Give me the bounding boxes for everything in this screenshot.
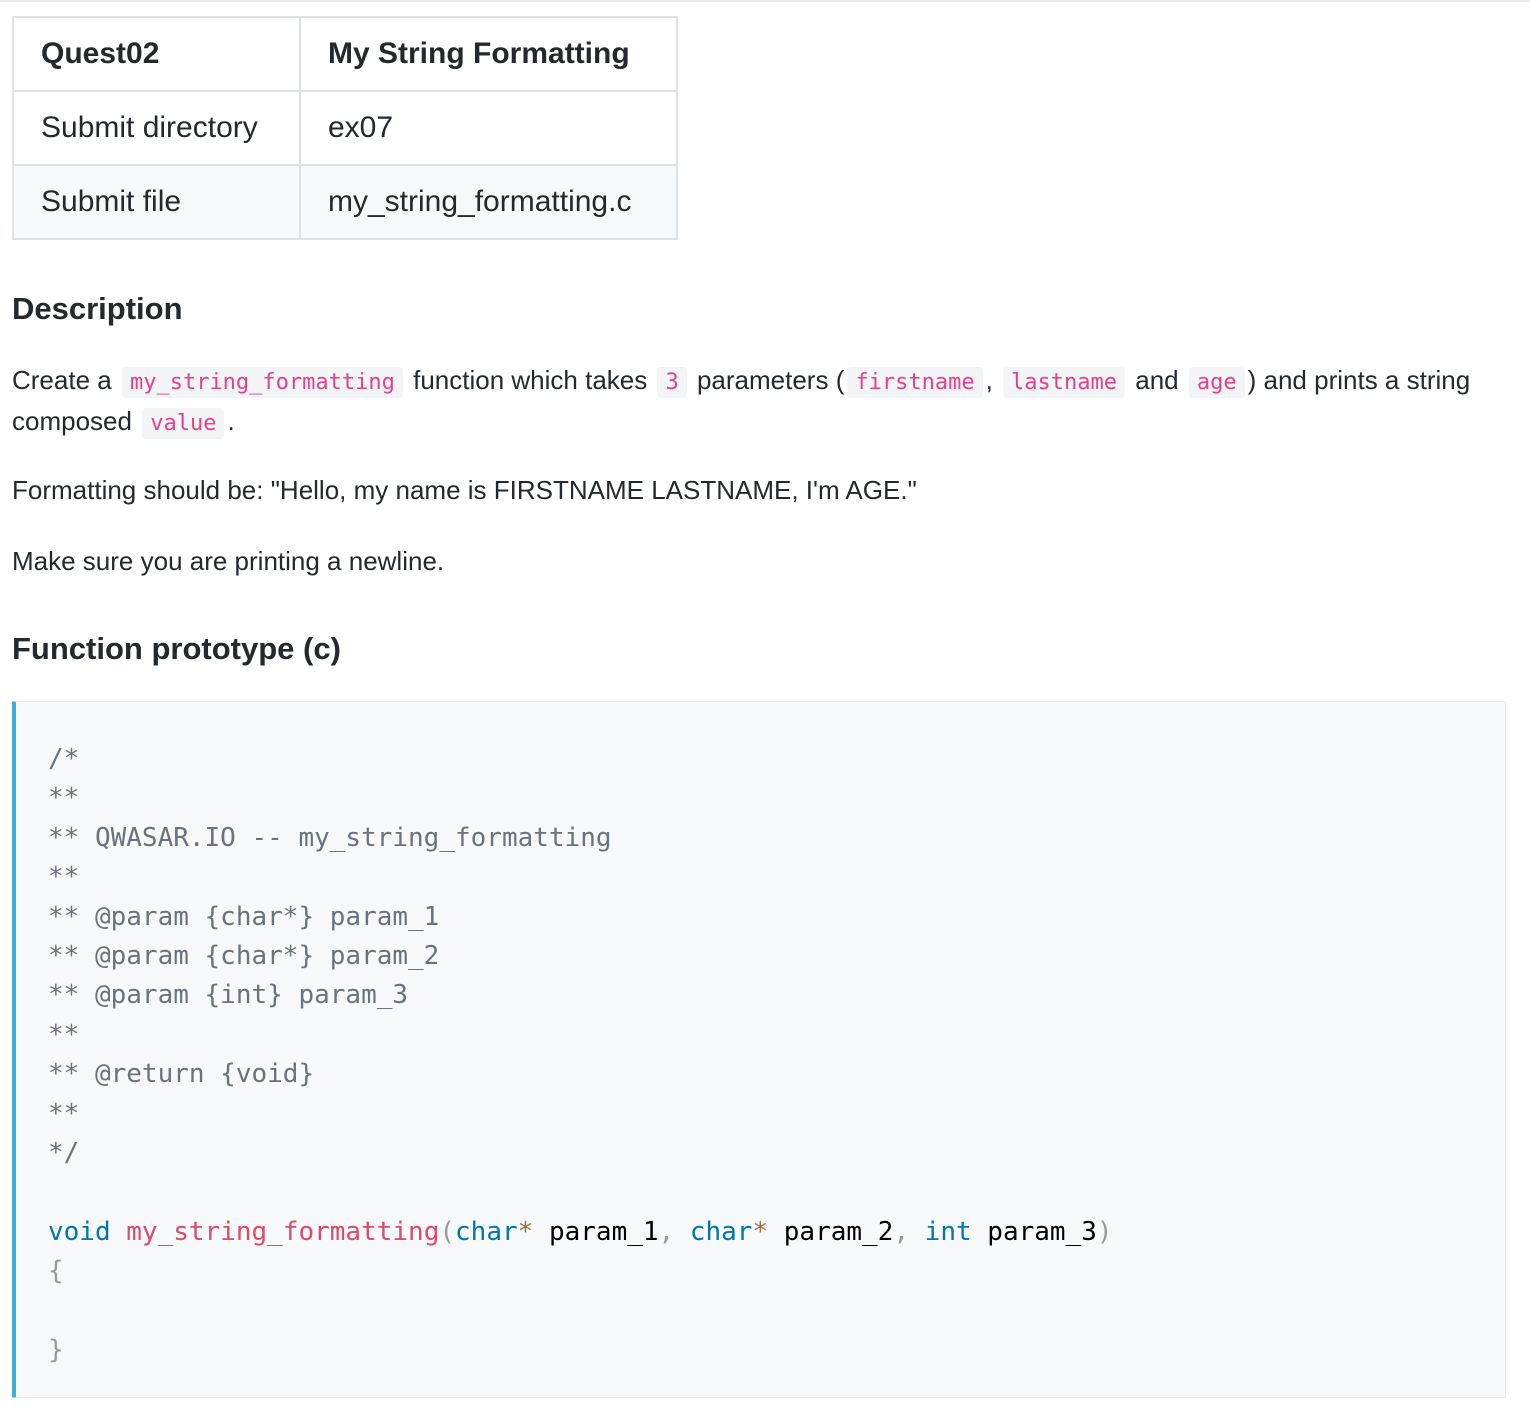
text: Create a xyxy=(12,365,112,395)
page-content: Quest02 My String Formatting Submit dire… xyxy=(12,16,1508,1398)
code-comment-line: ** QWASAR.IO -- my_string_formatting xyxy=(48,822,612,853)
inline-code-firstname: firstname xyxy=(847,367,983,398)
code-function-name: my_string_formatting xyxy=(126,1216,440,1247)
code-comment-line: ** @return {void} xyxy=(48,1059,315,1090)
code-param-type: char xyxy=(455,1216,518,1247)
code-param-type: char xyxy=(689,1216,753,1247)
text: function which takes xyxy=(413,365,648,395)
newline-paragraph: Make sure you are printing a newline. xyxy=(12,546,445,576)
code-operator: * xyxy=(752,1216,769,1247)
code-param-name: param_1 xyxy=(548,1216,659,1247)
top-divider xyxy=(0,0,1530,2)
code-punctuation: ( xyxy=(439,1216,456,1247)
code-comment-line: ** xyxy=(48,862,80,893)
text: , xyxy=(985,365,993,395)
submit-directory-label: Submit directory xyxy=(12,90,301,166)
formatting-paragraph: Formatting should be: "Hello, my name is… xyxy=(12,475,917,505)
code-comment-line: */ xyxy=(48,1138,80,1169)
code-block: /* ** ** QWASAR.IO -- my_string_formatti… xyxy=(12,701,1506,1398)
code-comment-line: ** xyxy=(48,783,80,814)
code-close-brace: } xyxy=(48,1335,64,1366)
description-paragraph: Create a my_string_formatting function w… xyxy=(12,361,1492,443)
submit-directory-value: ex07 xyxy=(299,90,678,166)
code-punctuation: ) xyxy=(1096,1216,1113,1247)
code-comment-line: ** xyxy=(48,1098,80,1129)
text: . xyxy=(227,406,235,436)
description-heading: Description xyxy=(12,291,183,326)
code-comment-line: ** xyxy=(48,1019,80,1050)
quest-id-cell: Quest02 xyxy=(12,16,301,92)
code-param-name: param_3 xyxy=(987,1216,1097,1247)
submit-file-label: Submit file xyxy=(12,164,301,240)
inline-code-age: age xyxy=(1188,367,1245,398)
code-param-name: param_2 xyxy=(783,1216,894,1247)
quest-title-cell: My String Formatting xyxy=(299,16,678,92)
code-operator: * xyxy=(517,1216,534,1247)
inline-code-param-count: 3 xyxy=(657,367,687,398)
code-comment-line: ** @param {int} param_3 xyxy=(48,980,409,1011)
code-open-brace: { xyxy=(48,1256,64,1287)
code-punctuation: , xyxy=(658,1216,675,1247)
submit-file-value: my_string_formatting.c xyxy=(299,164,678,240)
table-header-row: Quest02 My String Formatting xyxy=(12,16,678,92)
inline-code-lastname: lastname xyxy=(1003,367,1126,398)
code-comment-line: ** @param {char*} param_2 xyxy=(48,941,440,972)
code-comment-line: ** @param {char*} param_1 xyxy=(48,901,440,932)
function-prototype-heading: Function prototype (c) xyxy=(12,631,341,666)
table-row: Submit file my_string_formatting.c xyxy=(12,164,678,240)
inline-code-value: value xyxy=(142,408,225,439)
code-punctuation: , xyxy=(893,1216,910,1247)
text: parameters ( xyxy=(696,365,845,395)
quest-info-table: Quest02 My String Formatting Submit dire… xyxy=(12,16,678,240)
table-row: Submit directory ex07 xyxy=(12,90,678,166)
code-content: /* ** ** QWASAR.IO -- my_string_formatti… xyxy=(48,740,1113,1371)
text: and xyxy=(1135,365,1179,395)
code-return-type: void xyxy=(48,1216,111,1247)
inline-code-function-name: my_string_formatting xyxy=(121,367,403,398)
code-comment-line: /* xyxy=(48,744,80,774)
code-param-type: int xyxy=(924,1216,972,1247)
